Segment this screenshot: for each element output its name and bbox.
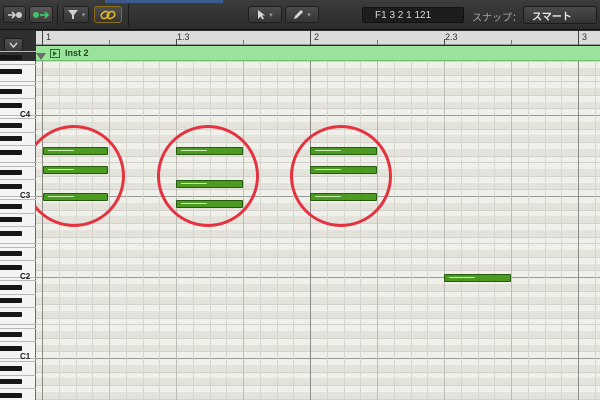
black-key[interactable]: [0, 203, 22, 209]
key-label-c1: C1: [20, 352, 31, 361]
ruler-mark-1: 1: [46, 32, 52, 42]
key-label-c3: C3: [20, 191, 31, 200]
black-key[interactable]: [0, 284, 22, 290]
midi-in-icon: [7, 10, 22, 19]
chevron-down-icon: ▾: [307, 11, 311, 19]
chevron-down-icon: ▾: [269, 11, 273, 19]
midi-note[interactable]: [444, 274, 511, 282]
chevron-down-icon: ▾: [81, 11, 86, 19]
pencil-icon: [294, 10, 304, 19]
midi-in-button[interactable]: [3, 6, 26, 23]
pencil-tool-menu[interactable]: ▾: [285, 6, 319, 23]
region-loop-icon: [50, 49, 60, 58]
piano-keyboard[interactable]: C4 C3 C2 C1: [0, 50, 36, 400]
black-key[interactable]: [0, 264, 22, 270]
black-key[interactable]: [0, 345, 22, 351]
ruler-mark-3: 3: [582, 32, 588, 42]
black-key[interactable]: [0, 332, 22, 337]
black-key[interactable]: [0, 379, 22, 385]
black-key[interactable]: [0, 102, 22, 108]
black-key[interactable]: [0, 365, 22, 371]
black-key[interactable]: [0, 68, 22, 74]
black-key[interactable]: [0, 122, 22, 128]
black-key[interactable]: [0, 251, 22, 256]
piano-roll-grid[interactable]: [36, 61, 600, 400]
snap-label: スナップ：: [472, 13, 522, 24]
black-key[interactable]: [0, 55, 22, 61]
black-key[interactable]: [0, 217, 22, 223]
annotation-circle: [290, 125, 392, 227]
midi-out-icon: [33, 10, 50, 19]
snap-dropdown[interactable]: スマート: [523, 6, 597, 24]
black-key[interactable]: [0, 183, 22, 189]
black-key[interactable]: [0, 392, 22, 398]
chevron-down-icon: [9, 42, 18, 48]
ruler-mark-2: 2: [314, 32, 320, 42]
black-key[interactable]: [0, 230, 22, 236]
region-header[interactable]: Inst 2: [36, 46, 600, 61]
black-key[interactable]: [0, 298, 22, 304]
toolbar: ▾ ▾ ▾ F1 3 2 1 121 スナップ： スマート: [0, 0, 600, 30]
key-label-c4: C4: [20, 110, 31, 119]
pointer-tool-menu[interactable]: ▾: [248, 6, 282, 23]
filter-menu-button[interactable]: ▾: [63, 6, 89, 23]
region-name: Inst 2: [65, 48, 89, 58]
black-key[interactable]: [0, 311, 22, 317]
annotation-circle: [157, 125, 259, 227]
position-readout: F1 3 2 1 121: [375, 9, 432, 21]
filter-icon: [67, 10, 78, 19]
black-key[interactable]: [0, 149, 22, 155]
key-label-c2: C2: [20, 272, 31, 281]
black-key[interactable]: [0, 89, 22, 94]
timeline-ruler[interactable]: 1 1.3 2 2.3 3: [36, 31, 600, 45]
link-button[interactable]: [94, 6, 122, 23]
ruler-mark-2-3: 2.3: [445, 32, 458, 42]
pointer-icon: [258, 10, 266, 20]
midi-out-button[interactable]: [29, 6, 53, 23]
position-display: F1 3 2 1 121: [362, 7, 464, 23]
link-icon: [100, 10, 116, 19]
black-key[interactable]: [0, 136, 22, 142]
window-strip: [105, 0, 223, 3]
black-key[interactable]: [0, 170, 22, 175]
playhead-marker[interactable]: [36, 53, 46, 60]
ruler-mark-1-3: 1.3: [177, 32, 190, 42]
